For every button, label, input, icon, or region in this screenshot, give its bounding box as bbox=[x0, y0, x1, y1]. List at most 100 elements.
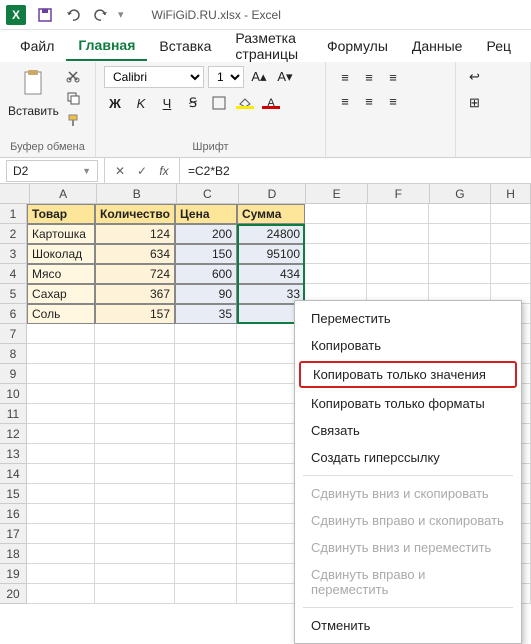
row-header[interactable]: 18 bbox=[0, 544, 27, 564]
cell[interactable]: 24800 bbox=[237, 224, 305, 244]
cell[interactable] bbox=[429, 224, 491, 244]
select-all-corner[interactable] bbox=[0, 184, 30, 204]
cell[interactable]: 600 bbox=[175, 264, 237, 284]
col-header[interactable]: G bbox=[430, 184, 492, 204]
cell[interactable]: 95100 bbox=[237, 244, 305, 264]
cell[interactable] bbox=[95, 524, 175, 544]
cell[interactable]: Товар bbox=[27, 204, 95, 224]
cell[interactable]: 367 bbox=[95, 284, 175, 304]
cell[interactable] bbox=[27, 404, 95, 424]
accept-formula-icon[interactable]: ✓ bbox=[133, 162, 151, 180]
cell[interactable] bbox=[429, 244, 491, 264]
cell[interactable]: Мясо bbox=[27, 264, 95, 284]
row-header[interactable]: 7 bbox=[0, 324, 27, 344]
cell[interactable] bbox=[27, 384, 95, 404]
cell[interactable] bbox=[95, 364, 175, 384]
row-header[interactable]: 20 bbox=[0, 584, 27, 604]
row-header[interactable]: 15 bbox=[0, 484, 27, 504]
strike-button[interactable]: Ꞩ bbox=[182, 92, 204, 114]
cell[interactable] bbox=[175, 544, 237, 564]
cell[interactable] bbox=[367, 224, 429, 244]
cell[interactable] bbox=[429, 204, 491, 224]
tab-file[interactable]: Файл bbox=[8, 32, 66, 60]
tab-home[interactable]: Главная bbox=[66, 31, 147, 61]
cell[interactable] bbox=[175, 584, 237, 604]
row-header[interactable]: 9 bbox=[0, 364, 27, 384]
cell[interactable] bbox=[95, 424, 175, 444]
row-header[interactable]: 8 bbox=[0, 344, 27, 364]
redo-icon[interactable] bbox=[90, 4, 112, 26]
align-left-icon[interactable]: ≡ bbox=[334, 90, 356, 112]
cell[interactable] bbox=[27, 464, 95, 484]
paste-label[interactable]: Вставить bbox=[8, 104, 59, 118]
italic-button[interactable]: K bbox=[130, 92, 152, 114]
cell[interactable] bbox=[27, 324, 95, 344]
cell[interactable] bbox=[175, 504, 237, 524]
fx-icon[interactable]: fx bbox=[155, 162, 173, 180]
col-header[interactable]: E bbox=[306, 184, 368, 204]
cell[interactable] bbox=[27, 544, 95, 564]
bold-button[interactable]: Ж bbox=[104, 92, 126, 114]
underline-button[interactable]: Ч bbox=[156, 92, 178, 114]
cell[interactable] bbox=[27, 484, 95, 504]
cell[interactable] bbox=[95, 464, 175, 484]
cell[interactable] bbox=[175, 344, 237, 364]
cell[interactable] bbox=[95, 344, 175, 364]
cell[interactable] bbox=[95, 564, 175, 584]
cell[interactable]: 157 bbox=[95, 304, 175, 324]
fill-color-icon[interactable] bbox=[234, 92, 256, 114]
align-top-icon[interactable]: ≡ bbox=[334, 66, 356, 88]
cell[interactable] bbox=[27, 364, 95, 384]
ctx-link[interactable]: Связать bbox=[295, 417, 521, 444]
cell[interactable]: Картошка bbox=[27, 224, 95, 244]
cell[interactable] bbox=[491, 204, 531, 224]
cell[interactable] bbox=[175, 404, 237, 424]
cell[interactable] bbox=[367, 244, 429, 264]
formula-input[interactable]: =C2*B2 bbox=[180, 164, 531, 178]
row-header[interactable]: 5 bbox=[0, 284, 27, 304]
align-middle-icon[interactable]: ≡ bbox=[358, 66, 380, 88]
tab-data[interactable]: Данные bbox=[400, 32, 475, 60]
cell[interactable] bbox=[95, 384, 175, 404]
cell[interactable] bbox=[175, 464, 237, 484]
row-header[interactable]: 11 bbox=[0, 404, 27, 424]
cell[interactable]: 434 bbox=[237, 264, 305, 284]
cell[interactable]: 634 bbox=[95, 244, 175, 264]
col-header[interactable]: A bbox=[30, 184, 98, 204]
row-header[interactable]: 2 bbox=[0, 224, 27, 244]
cell[interactable] bbox=[175, 324, 237, 344]
cell[interactable] bbox=[95, 544, 175, 564]
cell[interactable] bbox=[95, 324, 175, 344]
cell[interactable] bbox=[367, 264, 429, 284]
row-header[interactable]: 1 bbox=[0, 204, 27, 224]
name-box[interactable]: D2 ▼ bbox=[6, 160, 98, 182]
row-header[interactable]: 17 bbox=[0, 524, 27, 544]
cell[interactable] bbox=[305, 224, 367, 244]
cell[interactable] bbox=[27, 444, 95, 464]
align-center-icon[interactable]: ≡ bbox=[358, 90, 380, 112]
ctx-copy-values[interactable]: Копировать только значения bbox=[299, 361, 517, 388]
tab-review[interactable]: Рец bbox=[474, 32, 523, 60]
cell[interactable] bbox=[175, 524, 237, 544]
cell[interactable]: Соль bbox=[27, 304, 95, 324]
row-header[interactable]: 13 bbox=[0, 444, 27, 464]
cell[interactable]: Количество bbox=[95, 204, 175, 224]
cell[interactable]: Цена bbox=[175, 204, 237, 224]
cell[interactable] bbox=[305, 264, 367, 284]
undo-icon[interactable] bbox=[62, 4, 84, 26]
cell[interactable]: 724 bbox=[95, 264, 175, 284]
borders-icon[interactable] bbox=[208, 92, 230, 114]
cell[interactable] bbox=[491, 224, 531, 244]
row-header[interactable]: 3 bbox=[0, 244, 27, 264]
cell[interactable] bbox=[175, 484, 237, 504]
cell[interactable] bbox=[27, 504, 95, 524]
col-header[interactable]: H bbox=[491, 184, 531, 204]
font-name-select[interactable]: Calibri bbox=[104, 66, 204, 88]
row-header[interactable]: 6 bbox=[0, 304, 27, 324]
cell[interactable] bbox=[175, 444, 237, 464]
copy-icon[interactable] bbox=[63, 88, 83, 108]
row-header[interactable]: 14 bbox=[0, 464, 27, 484]
align-right-icon[interactable]: ≡ bbox=[382, 90, 404, 112]
row-header[interactable]: 12 bbox=[0, 424, 27, 444]
ctx-hyperlink[interactable]: Создать гиперссылку bbox=[295, 444, 521, 471]
